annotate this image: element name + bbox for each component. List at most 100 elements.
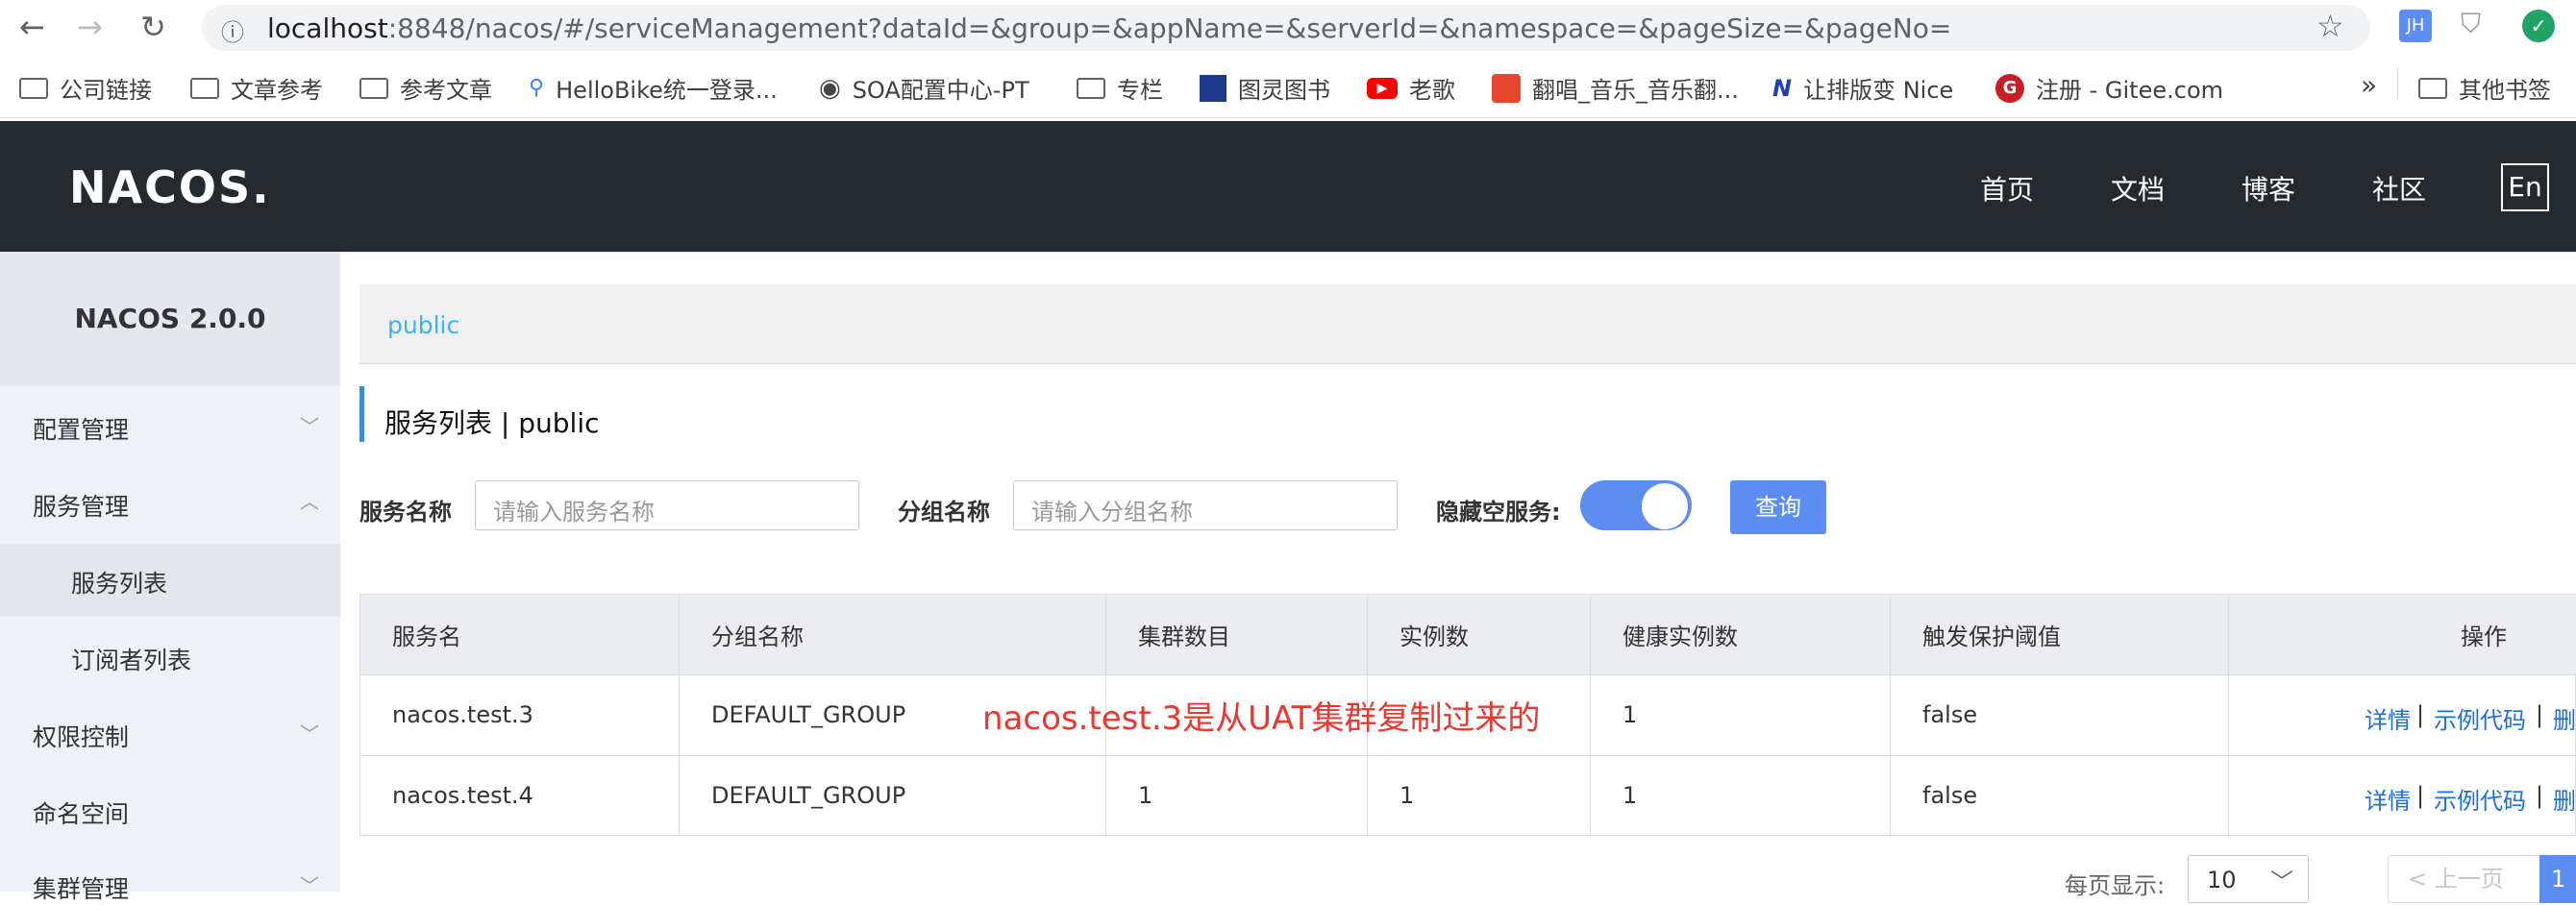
url-text[interactable]: localhost:8848/nacos/#/serviceManagement… — [267, 12, 1951, 44]
bookmark-label: HelloBike统一登录... — [556, 77, 778, 104]
column-header: 实例数 — [1399, 624, 1469, 650]
sample-code-link[interactable]: 示例代码 — [2434, 701, 2526, 735]
col-divider — [1590, 595, 1591, 835]
info-icon[interactable]: ⓘ — [221, 13, 244, 47]
folder-icon — [359, 77, 388, 99]
folder-icon — [19, 77, 48, 99]
bookmark-label: 老歌 — [1409, 77, 1455, 104]
bookmark-label: 公司链接 — [60, 77, 152, 104]
bookmark-label: 翻唱_音乐_音乐翻... — [1532, 77, 1739, 104]
nav-docs[interactable]: 文档 — [2111, 169, 2165, 208]
page-size-label: 每页显示: — [2065, 872, 2166, 899]
column-header: 健康实例数 — [1622, 624, 1738, 650]
cell-instances: 1 — [1399, 782, 1415, 809]
url-path: :8848/nacos/#/serviceManagement?dataId=&… — [387, 12, 1952, 44]
bike-icon: ⚲ — [529, 76, 545, 100]
bookmark-item[interactable]: 翻唱_音乐_音乐翻... — [1492, 71, 1739, 105]
bookmark-label: 专栏 — [1117, 77, 1163, 104]
sidebar-item-service-list[interactable]: 服务列表 — [71, 565, 167, 599]
bookmark-label: 图灵图书 — [1238, 77, 1330, 104]
cell-group: DEFAULT_GROUP — [711, 782, 906, 809]
app-header — [0, 121, 2576, 252]
other-bookmarks[interactable]: 其他书签 — [2418, 71, 2551, 105]
reload-icon[interactable]: ↻ — [140, 9, 166, 45]
namespace-public[interactable]: public — [387, 311, 459, 339]
sidebar-title: NACOS 2.0.0 — [0, 252, 340, 386]
more-bookmarks-icon[interactable]: » — [2361, 69, 2377, 101]
service-name-input[interactable]: 请输入服务名称 — [475, 480, 859, 530]
chevron-up-icon: ︿ — [300, 490, 319, 513]
delete-link[interactable]: 删 — [2553, 701, 2576, 735]
column-header: 分组名称 — [711, 624, 804, 650]
sidebar-item-subscribers[interactable]: 订阅者列表 — [71, 642, 191, 676]
nacos-logo[interactable]: NACOS. — [69, 161, 271, 213]
bookmark-item[interactable]: 参考文章 — [359, 71, 492, 105]
globe-icon: ◉ — [819, 73, 841, 103]
bookmark-item[interactable]: ⚲ HelloBike统一登录... — [529, 71, 778, 105]
folder-icon — [2418, 77, 2447, 99]
bookmark-label: SOA配置中心-PT — [852, 77, 1029, 104]
bookmark-item[interactable]: 文章参考 — [190, 71, 323, 105]
nav-home[interactable]: 首页 — [1980, 169, 2034, 208]
sidebar-item-service[interactable]: 服务管理 — [33, 488, 129, 523]
nav-blog[interactable]: 博客 — [2242, 169, 2295, 208]
group-name-input[interactable]: 请输入分组名称 — [1013, 480, 1398, 530]
back-icon[interactable]: ← — [19, 9, 45, 45]
bookmark-item[interactable]: 图灵图书 — [1200, 71, 1330, 105]
sidebar-item-namespace[interactable]: 命名空间 — [33, 795, 129, 830]
shield-extension-icon[interactable]: ⛉ — [2461, 8, 2481, 40]
bookmark-label: 注册 - Gitee.com — [2036, 77, 2224, 104]
bookmark-label: 文章参考 — [231, 77, 323, 104]
action-separator: | — [2416, 701, 2425, 728]
query-button[interactable]: 查询 — [1730, 480, 1826, 534]
chevron-down-icon: ﹀ — [300, 874, 319, 897]
column-header: 操作 — [2461, 624, 2507, 650]
column-header: 触发保护阈值 — [1922, 624, 2061, 650]
sample-code-link[interactable]: 示例代码 — [2434, 782, 2526, 816]
prev-page-button[interactable]: < 上一页 — [2388, 855, 2541, 903]
cell-group: DEFAULT_GROUP — [711, 701, 906, 728]
action-separator: | — [2536, 701, 2544, 728]
bookmark-item[interactable]: 公司链接 — [19, 71, 152, 105]
title-separator: | — [500, 407, 510, 439]
row-divider — [360, 674, 2576, 675]
jh-extension-icon[interactable]: JH — [2399, 10, 2432, 42]
action-separator: | — [2416, 782, 2425, 809]
folder-icon — [190, 77, 219, 99]
group-name-label: 分组名称 — [898, 499, 990, 526]
youtube-icon: ▶ — [1367, 77, 1398, 99]
bookmark-item[interactable]: G 注册 - Gitee.com — [1995, 71, 2223, 105]
bookmark-item[interactable]: ▶ 老歌 — [1367, 71, 1455, 105]
bookmark-item[interactable]: N 让排版变 Nice — [1772, 71, 1953, 105]
page-1-button[interactable]: 1 — [2539, 855, 2576, 903]
col-divider — [679, 595, 680, 835]
page-title: 服务列表 | public — [384, 403, 600, 441]
bookmark-star-icon[interactable]: ☆ — [2316, 8, 2344, 44]
url-host: localhost — [267, 12, 388, 44]
cell-service-name: nacos.test.3 — [392, 701, 533, 728]
annotation-text: nacos.test.3是从UAT集群复制过来的 — [982, 699, 1541, 738]
cell-threshold: false — [1922, 701, 1978, 728]
page-title-namespace: public — [518, 407, 600, 439]
folder-icon — [1077, 77, 1105, 99]
forward-icon[interactable]: → — [77, 9, 103, 45]
sidebar-item-cluster[interactable]: 集群管理 — [33, 870, 129, 905]
chevron-down-icon: ﹀ — [300, 415, 319, 438]
bookmark-item[interactable]: ◉ SOA配置中心-PT — [819, 71, 1029, 105]
check-extension-icon[interactable]: ✓ — [2522, 10, 2555, 42]
nav-community[interactable]: 社区 — [2372, 169, 2426, 208]
delete-link[interactable]: 删 — [2553, 782, 2576, 816]
book-icon — [1200, 74, 1226, 102]
action-separator: | — [2536, 782, 2544, 809]
toggle-knob — [1642, 483, 1688, 529]
detail-link[interactable]: 详情 — [2365, 701, 2411, 735]
detail-link[interactable]: 详情 — [2365, 782, 2411, 816]
row-divider — [360, 755, 2576, 756]
bookmark-item[interactable]: 专栏 — [1077, 71, 1163, 105]
hide-empty-label: 隐藏空服务: — [1436, 499, 1561, 526]
sidebar-item-auth[interactable]: 权限控制 — [33, 719, 129, 753]
service-name-label: 服务名称 — [359, 499, 452, 526]
sidebar-item-config[interactable]: 配置管理 — [33, 411, 129, 446]
cell-healthy: 1 — [1622, 782, 1638, 809]
language-switch[interactable]: En — [2501, 163, 2549, 211]
